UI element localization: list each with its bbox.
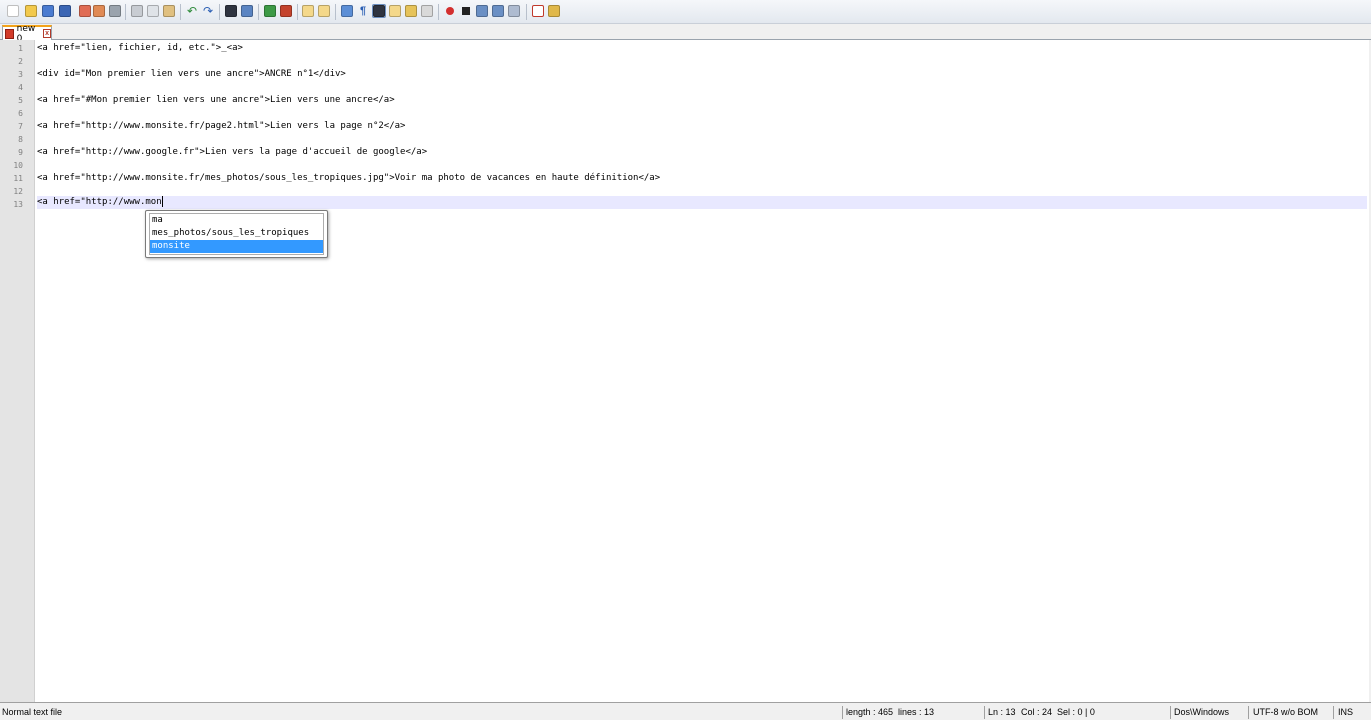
play-macro-icon[interactable] [475,4,489,18]
autocomplete-popup: ma mes_photos/sous_les_tropiques monsite [145,210,328,258]
status-divider [984,706,985,719]
line-number: 6 [18,109,23,118]
status-sel: Sel : 0 | 0 [1057,707,1095,717]
line-number: 2 [18,57,23,66]
run-macro-multiple-icon[interactable] [491,4,505,18]
undo-icon[interactable]: ↶ [185,4,199,18]
toolbar-separator [219,4,220,20]
line-number: 8 [18,135,23,144]
status-divider [1248,706,1249,719]
toolbar-separator [526,4,527,20]
toolbar-separator [335,4,336,20]
code-line[interactable] [37,133,1367,146]
doc-map-icon[interactable] [404,4,418,18]
line-number: 12 [13,187,23,196]
status-lines: lines : 13 [898,707,935,717]
replace-icon[interactable] [240,4,254,18]
close-all-icon[interactable] [92,4,106,18]
line-number: 10 [13,161,23,170]
code-line[interactable]: <a href="lien, fichier, id, etc.">_<a> [37,42,1367,55]
autocomplete-item[interactable]: mes_photos/sous_les_tropiques [150,227,323,240]
code-line-text: <a href="http://www.mon [37,197,162,207]
code-line[interactable]: <a href="http://www.monsite.fr/mes_photo… [37,172,1367,185]
spellcheck-icon[interactable] [531,4,545,18]
status-encoding: UTF-8 w/o BOM [1253,707,1319,717]
zoom-out-icon[interactable] [279,4,293,18]
open-file-icon[interactable] [24,4,38,18]
print-icon[interactable] [108,4,122,18]
user-lang-icon[interactable] [388,4,402,18]
close-icon[interactable] [78,4,92,18]
copy-icon[interactable] [146,4,160,18]
redo-icon[interactable]: ↷ [201,4,215,18]
cut-icon[interactable] [130,4,144,18]
toolbar-separator [297,4,298,20]
status-divider [1170,706,1171,719]
code-line[interactable] [37,159,1367,172]
new-file-icon[interactable] [6,4,20,18]
status-divider [842,706,843,719]
line-number: 4 [18,83,23,92]
status-ln: Ln : 13 [988,707,1016,717]
indent-guide-icon[interactable] [372,4,386,18]
toolbar: ↶ ↷ ¶ [0,0,1371,24]
line-number: 13 [13,200,23,209]
plugin-icon[interactable] [547,4,561,18]
status-length: length : 465 [846,707,894,717]
autocomplete-item[interactable]: ma [150,214,323,227]
line-number-gutter: 1 2 3 4 5 6 7 8 9 10 11 12 13 [0,40,35,702]
line-number: 9 [18,148,23,157]
save-all-icon[interactable] [58,4,72,18]
status-bar: Normal text file length : 465 lines : 13… [0,702,1371,720]
tab-bar: new 0 x [0,24,1371,44]
save-icon[interactable] [41,4,55,18]
code-line[interactable]: <a href="http://www.google.fr">Lien vers… [37,146,1367,159]
code-line[interactable] [37,107,1367,120]
code-line[interactable] [37,81,1367,94]
text-caret [161,196,163,207]
line-number: 5 [18,96,23,105]
toolbar-separator [180,4,181,20]
status-eol: Dos\Windows [1174,707,1230,717]
find-icon[interactable] [224,4,238,18]
line-number: 7 [18,122,23,131]
line-number: 1 [18,44,23,53]
record-macro-icon[interactable] [443,4,457,18]
sync-horizontal-icon[interactable] [317,4,331,18]
tab-close-icon[interactable]: x [43,29,52,38]
zoom-in-icon[interactable] [263,4,277,18]
toolbar-separator [258,4,259,20]
editor[interactable]: 1 2 3 4 5 6 7 8 9 10 11 12 13 <a href="l… [0,40,1371,702]
function-list-icon[interactable] [420,4,434,18]
paste-icon[interactable] [162,4,176,18]
line-number: 11 [13,174,23,183]
code-line[interactable] [37,55,1367,68]
status-file-type: Normal text file [2,707,63,717]
line-number: 3 [18,70,23,79]
tab-new-0[interactable]: new 0 x [2,24,52,44]
status-mode: INS [1338,707,1354,717]
current-code-line[interactable]: <a href="http://www.mon [37,196,1367,209]
word-wrap-icon[interactable] [340,4,354,18]
save-macro-icon[interactable] [507,4,521,18]
toolbar-separator [438,4,439,20]
autocomplete-item-selected[interactable]: monsite [150,240,323,253]
status-divider [1333,706,1334,719]
unsaved-file-icon [5,28,14,39]
toolbar-separator [125,4,126,20]
code-line[interactable]: <a href="http://www.monsite.fr/page2.htm… [37,120,1367,133]
sync-vertical-icon[interactable] [301,4,315,18]
show-all-chars-icon[interactable]: ¶ [356,4,370,18]
code-line[interactable]: <div id="Mon premier lien vers une ancre… [37,68,1367,81]
stop-macro-icon[interactable] [459,4,473,18]
autocomplete-list: ma mes_photos/sous_les_tropiques monsite [149,213,324,255]
notepad-window: ↶ ↷ ¶ new 0 x 1 2 3 4 5 6 7 8 9 10 11 12… [0,0,1371,720]
code-line[interactable]: <a href="#Mon premier lien vers une ancr… [37,94,1367,107]
status-col: Col : 24 [1021,707,1053,717]
